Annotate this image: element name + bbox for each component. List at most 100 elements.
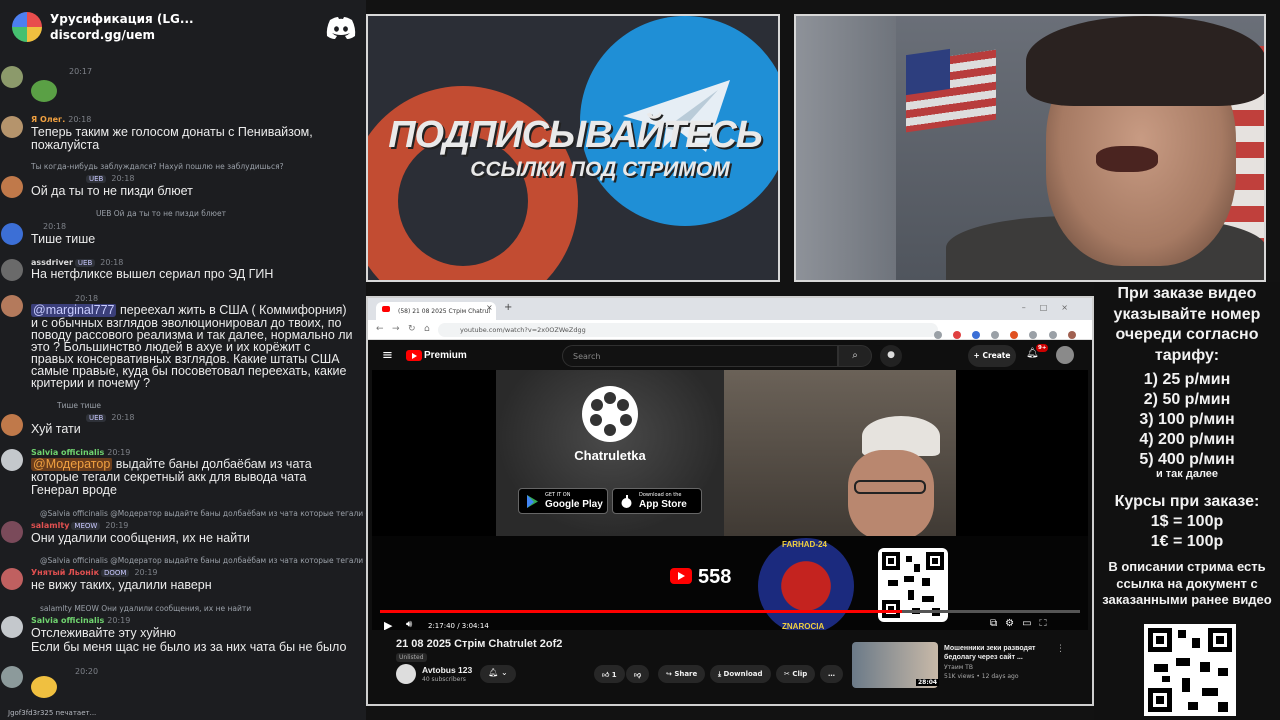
profile-icon[interactable] xyxy=(1067,331,1076,339)
download-button[interactable]: ⤓ Download xyxy=(710,665,771,683)
youtube-brand[interactable]: Premium xyxy=(424,350,467,361)
laughing-emoji-icon xyxy=(31,676,57,698)
pepe-emote-icon xyxy=(31,80,57,102)
subscription-bell-button[interactable]: 🔔︎ ⌄ xyxy=(480,665,516,683)
avatar xyxy=(1,116,23,138)
typing-indicator: Jgof3fd3r325 печатает... xyxy=(8,709,97,717)
description-note: В описании стрима есть ссылка на докумен… xyxy=(1102,559,1272,607)
tariff-line: 5) 400 р/мин xyxy=(1139,451,1235,468)
message-text: На нетфликсе вышел сериал про ЭД ГИН xyxy=(31,268,274,281)
video-progress-bar[interactable] xyxy=(380,610,1080,613)
reply-preview: UEB Ой да ты то не пизди блюет xyxy=(96,209,366,218)
avatar xyxy=(1,176,23,198)
chatruletka-ad: Chatruletka GET IT ON Google Play Downlo… xyxy=(496,370,724,536)
volume-icon[interactable]: 🔊︎ xyxy=(406,619,412,630)
extension-icon[interactable] xyxy=(953,331,962,339)
video-player[interactable]: Chatruletka GET IT ON Google Play Downlo… xyxy=(372,370,1088,630)
share-button[interactable]: ↪ Share xyxy=(658,665,706,683)
reply-preview: @Salvia officinalis @Модератор выдайте б… xyxy=(40,509,366,518)
guest-glasses xyxy=(854,480,926,494)
extension-icons xyxy=(934,324,1084,339)
extension-icon[interactable] xyxy=(1029,331,1038,339)
invite-link[interactable]: discord.gg/uem xyxy=(50,28,155,42)
more-vert-icon[interactable]: ⋮ xyxy=(1056,644,1065,654)
microphone-icon[interactable]: ● xyxy=(880,345,902,367)
message-meta: salamlty MEOW 20:19 xyxy=(31,521,129,530)
order-info-panel: При заказе видео указывайте номер очеред… xyxy=(1094,282,1280,720)
message-text: Теперь таким же голосом донаты с Пенивай… xyxy=(31,126,313,139)
message-text: Генерал вроде xyxy=(31,484,117,497)
google-play-icon xyxy=(527,495,538,508)
url-input[interactable]: youtube.com/watch?v=2x0OZWeZdgg xyxy=(438,323,938,337)
play-icon[interactable]: ▶ xyxy=(384,619,392,630)
clip-button[interactable]: ✂ Clip xyxy=(776,665,816,683)
message-meta: 20:20 xyxy=(75,667,99,676)
youtube-logo-icon[interactable] xyxy=(406,350,422,361)
tariff-line: 2) 50 р/мин xyxy=(1143,391,1231,408)
home-icon[interactable]: ⌂ xyxy=(424,324,430,334)
message-text: Отслеживайте эту хуйню xyxy=(31,627,176,640)
account-avatar[interactable] xyxy=(1056,346,1074,364)
search-icon[interactable]: ⌕ xyxy=(838,345,872,367)
recommendation-title[interactable]: Мошенники зеки разводят бедолагу через с… xyxy=(944,644,1064,662)
bookmark-star-icon[interactable] xyxy=(972,331,981,339)
message-text: Ой да ты то не пизди блюет xyxy=(31,185,193,198)
dislike-button[interactable]: 👎︎ xyxy=(626,665,650,683)
message-text: Тише тише xyxy=(31,233,96,246)
role-mention[interactable]: @Модератор xyxy=(31,458,113,471)
player-time: 2:17:40 / 3:04:14 xyxy=(428,622,489,630)
extension-icon[interactable] xyxy=(1048,331,1057,339)
channel-avatar[interactable] xyxy=(396,664,416,684)
more-actions-button[interactable]: … xyxy=(820,665,843,683)
forward-icon[interactable]: → xyxy=(392,324,400,334)
tab-bar: (58) 21 08 2025 Стрім Chatrul × + –□× xyxy=(368,298,1092,320)
search-input[interactable]: Search xyxy=(562,345,838,367)
exchange-rates: Курсы при заказе: 1$ = 100р 1€ = 100р xyxy=(1094,492,1280,552)
app-name: Chatruletka xyxy=(574,448,646,463)
message-meta: 20:18 xyxy=(75,294,99,303)
channel-name[interactable]: Avtobus 123 xyxy=(422,665,472,675)
google-play-badge[interactable]: GET IT ON Google Play xyxy=(518,488,608,514)
message-text: критерии и почему ? xyxy=(31,377,151,390)
extension-icon[interactable] xyxy=(991,331,1000,339)
extension-icon[interactable] xyxy=(934,331,942,339)
reply-preview: Ты когда-нибудь заблуждался? Нахуй пошлю… xyxy=(31,162,365,171)
message-meta: Унятый Льонік DOOM 20:19 xyxy=(31,568,158,577)
user-mention[interactable]: @marginal777 xyxy=(31,304,117,317)
create-button[interactable]: + Create xyxy=(968,345,1016,367)
reply-preview: salamlty MEOW Они удалили сообщения, их … xyxy=(40,604,366,613)
youtube-favicon-icon xyxy=(382,306,390,312)
server-name: Урусификация (LG... xyxy=(50,12,194,26)
like-button[interactable]: 👍︎ 1 xyxy=(594,665,625,683)
avatar xyxy=(1,616,23,638)
close-tab-icon[interactable]: × xyxy=(486,303,493,312)
discord-chat-panel: Урусификация (LG... discord.gg/uem 20:17… xyxy=(0,0,366,720)
video-title: 21 08 2025 Стрім Chatrulet 2of2 xyxy=(396,638,563,650)
reload-icon[interactable]: ↻ xyxy=(408,324,416,334)
extension-icon[interactable] xyxy=(1010,331,1019,339)
recommendation-channel: Утаим ТВ xyxy=(944,664,973,671)
player-right-controls[interactable]: ⧉⚙▭⛶ xyxy=(990,618,1055,629)
back-icon[interactable]: ← xyxy=(376,324,384,334)
guest-face xyxy=(848,450,934,540)
message-meta: Salvia officinalis 20:19 xyxy=(31,616,131,625)
window-controls[interactable]: –□× xyxy=(1022,303,1082,312)
promo-subtitle: ССЫЛКИ ПОД СТРИМОМ xyxy=(470,158,730,181)
avatar xyxy=(1,414,23,436)
emblem-top-text: FARHAD-24 xyxy=(782,540,827,549)
browser-window: (58) 21 08 2025 Стрім Chatrul × + –□× ← … xyxy=(366,296,1094,706)
avatar xyxy=(1,666,23,688)
courses-title: Курсы при заказе: xyxy=(1114,493,1260,510)
app-store-badge[interactable]: Download on the App Store xyxy=(612,488,702,514)
youtube-subscribers-icon xyxy=(670,568,692,584)
progress-fill xyxy=(380,610,902,613)
new-tab-button[interactable]: + xyxy=(504,302,512,313)
avatar xyxy=(1,568,23,590)
browser-tab[interactable]: (58) 21 08 2025 Стрім Chatrul xyxy=(376,302,496,320)
avatar xyxy=(1,259,23,281)
qr-code-icon xyxy=(1144,624,1236,716)
hamburger-menu-icon[interactable]: ≡ xyxy=(382,348,393,363)
avatar xyxy=(1,295,23,317)
message-meta: assdriver UEB 20:18 xyxy=(31,258,124,267)
subscribe-promo-banner: ПОДПИСЫВАЙТЕСЬ ССЫЛКИ ПОД СТРИМОМ xyxy=(366,14,780,282)
